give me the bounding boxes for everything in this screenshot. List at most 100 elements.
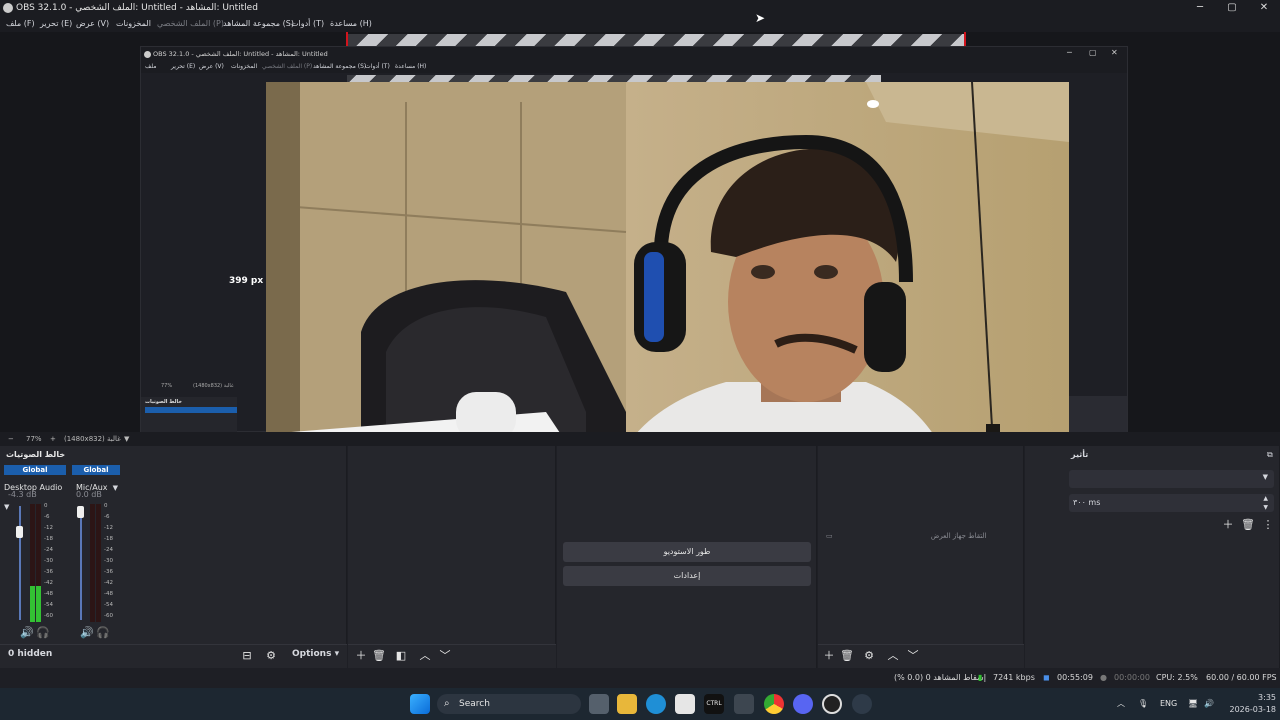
channel-menu-icon[interactable]: ▼ xyxy=(4,503,9,511)
clock-date: 2026-03-18 xyxy=(1229,705,1277,714)
bitrate: 7241 kbps xyxy=(993,673,1035,682)
options-button[interactable]: Options ▾ xyxy=(292,649,339,659)
mic-icon[interactable]: 🎙 xyxy=(1138,688,1148,720)
terminal-icon[interactable]: CTRL xyxy=(704,694,724,714)
level-meter xyxy=(96,504,101,622)
more-icon[interactable]: ⋮ xyxy=(1261,518,1275,532)
menu-profile[interactable]: الملف الشخصي (P) xyxy=(157,16,224,32)
settings-button[interactable]: إعدادات xyxy=(563,566,811,586)
nested-close-icon: ✕ xyxy=(1111,48,1118,57)
nested-obs-logo-icon xyxy=(144,51,151,58)
nested-mixer: خالط الصوتيات xyxy=(141,397,237,433)
maximize-button[interactable]: ▢ xyxy=(1216,0,1248,16)
window-titlebar: OBS 32.1.0 - الملف الشخصي: Untitled - ال… xyxy=(0,0,1280,16)
advanced-audio-icon[interactable]: ⚙ xyxy=(264,649,278,663)
dropped-frames: إسقاط المشاهد 0 (0.0 %) xyxy=(894,673,986,682)
taskbar-search[interactable]: ⌕ Search xyxy=(437,694,581,714)
obs-taskbar-icon[interactable] xyxy=(822,694,842,714)
minimize-button[interactable]: ─ xyxy=(1184,0,1216,16)
language-indicator[interactable]: ENG xyxy=(1160,688,1177,720)
zoom-out-icon[interactable]: − xyxy=(8,432,14,446)
controls-dock: طور الاستوديو إعدادات xyxy=(557,446,817,668)
close-button[interactable]: ✕ xyxy=(1248,0,1280,16)
audio-mixer-dock: خالط الصوتيات Global Desktop Audio ▼ -4.… xyxy=(0,446,347,668)
volume-fader-track[interactable] xyxy=(19,506,21,620)
level-meter-fill xyxy=(36,586,41,622)
search-icon: ⌕ xyxy=(444,698,450,709)
monitor-icon[interactable]: 🎧 xyxy=(36,626,50,640)
monitor-icon[interactable]: 🎧 xyxy=(96,626,110,640)
hidden-count: 0 hidden xyxy=(8,649,53,659)
menu-docks[interactable]: المخزونات xyxy=(116,16,151,32)
start-icon[interactable] xyxy=(410,694,430,714)
discord-icon[interactable] xyxy=(793,694,813,714)
app-icon[interactable] xyxy=(852,694,872,714)
channel-menu-icon[interactable]: ▼ xyxy=(113,484,118,492)
settings-app-icon[interactable] xyxy=(734,694,754,714)
status-bar: إسقاط المشاهد 0 (0.0 %) ▮ 7241 kbps ◼ 00… xyxy=(0,668,1280,688)
mouse-cursor-icon: ➤ xyxy=(755,11,766,25)
studio-mode-button[interactable]: طور الاستوديو xyxy=(563,542,811,562)
stream-time: 00:55:09 xyxy=(1057,673,1093,682)
volume-fader-knob[interactable] xyxy=(16,526,23,538)
edge-icon[interactable] xyxy=(646,694,666,714)
menu-view[interactable]: عرض (V) xyxy=(76,16,109,32)
mixer-footer: 0 hidden ⊟ ⚙ Options ▾ xyxy=(0,644,347,668)
chevron-down-icon: ▼ xyxy=(1262,473,1268,481)
zoom-level: 77% xyxy=(26,435,42,443)
gear-icon[interactable]: ⚙ xyxy=(862,649,876,663)
move-down-icon[interactable]: ﹀ xyxy=(438,649,452,663)
channel-db: 0.0 dB xyxy=(76,490,102,499)
fps: 60.00 / 60.00 FPS xyxy=(1206,673,1277,682)
filter-icon[interactable]: ◧ xyxy=(394,649,408,663)
nested-maximize-icon: ▢ xyxy=(1089,48,1097,57)
add-icon[interactable]: ＋ xyxy=(1221,518,1235,532)
add-icon[interactable]: ＋ xyxy=(354,649,368,663)
source-item[interactable]: ▭ التقاط جهاز العرض xyxy=(826,532,987,540)
delete-icon[interactable]: 🗑 xyxy=(1241,518,1255,532)
transition-select[interactable]: ▼ xyxy=(1069,470,1274,488)
menu-scene-collection[interactable]: مجموعة المشاهد (S) xyxy=(223,16,294,32)
delete-icon[interactable]: 🗑 xyxy=(840,649,854,663)
speaker-icon[interactable]: 🔊 xyxy=(80,626,94,640)
clock-time: 3:35 xyxy=(1258,693,1276,702)
speaker-icon[interactable]: 🔊 xyxy=(20,626,34,640)
volume-icon[interactable]: 🔊 xyxy=(1204,688,1214,720)
clock[interactable]: 3:35 2026-03-18 xyxy=(1226,692,1277,716)
nested-title: OBS 32.1.0 - الملف الشخصي: Untitled - ال… xyxy=(141,47,1127,61)
menu-file[interactable]: ملف (F) xyxy=(6,16,35,32)
zoom-dropdown-icon[interactable]: ▼ xyxy=(124,432,129,446)
resolution-label: (1480x832) غالبة xyxy=(64,435,121,443)
source-label: التقاط جهاز العرض xyxy=(930,532,987,540)
layout-icon[interactable]: ⊟ xyxy=(240,649,254,663)
menu-help[interactable]: مساعدة (H) xyxy=(330,16,372,32)
move-up-icon[interactable]: ︿ xyxy=(418,649,432,663)
delete-icon[interactable]: 🗑 xyxy=(372,649,386,663)
file-explorer-icon[interactable] xyxy=(617,694,637,714)
duration-field[interactable]: ٣٠٠ ms ▲ ▼ xyxy=(1069,494,1274,512)
move-down-icon[interactable]: ﹀ xyxy=(906,649,920,663)
windows-taskbar: ⌕ Search CTRL ︿ 🎙 ENG 🖥 🔊 3:35 2026-03-1… xyxy=(0,688,1280,720)
volume-fader-knob[interactable] xyxy=(77,506,84,518)
sources-footer: ＋ 🗑 ⚙ ︿ ﹀ xyxy=(818,644,1024,668)
level-meter-fill xyxy=(30,586,35,622)
scenes-dock: ＋ 🗑 ◧ ︿ ﹀ xyxy=(348,446,556,668)
cpu-usage: CPU: 2.5% xyxy=(1156,673,1198,682)
tray-chevron-icon[interactable]: ︿ xyxy=(1117,688,1125,720)
record-time: 00:00:00 xyxy=(1114,673,1150,682)
add-icon[interactable]: ＋ xyxy=(822,649,836,663)
menu-tools[interactable]: أدوات (T) xyxy=(291,16,324,32)
signal-icon: ▮ xyxy=(978,673,983,682)
network-icon[interactable]: 🖥 xyxy=(1188,688,1198,720)
undock-icon[interactable]: ⧉ xyxy=(1267,450,1273,460)
store-icon[interactable] xyxy=(675,694,695,714)
menu-edit[interactable]: تحرير (E) xyxy=(40,16,72,32)
spinner-icon[interactable]: ▲ ▼ xyxy=(1263,494,1268,512)
scenes-footer: ＋ 🗑 ◧ ︿ ﹀ xyxy=(348,644,556,668)
zoom-in-icon[interactable]: + xyxy=(50,432,56,446)
stream-icon: ◼ xyxy=(1043,673,1050,682)
chrome-icon[interactable] xyxy=(764,694,784,714)
task-view-icon[interactable] xyxy=(589,694,609,714)
volume-fader-track[interactable] xyxy=(80,506,82,620)
move-up-icon[interactable]: ︿ xyxy=(886,649,900,663)
